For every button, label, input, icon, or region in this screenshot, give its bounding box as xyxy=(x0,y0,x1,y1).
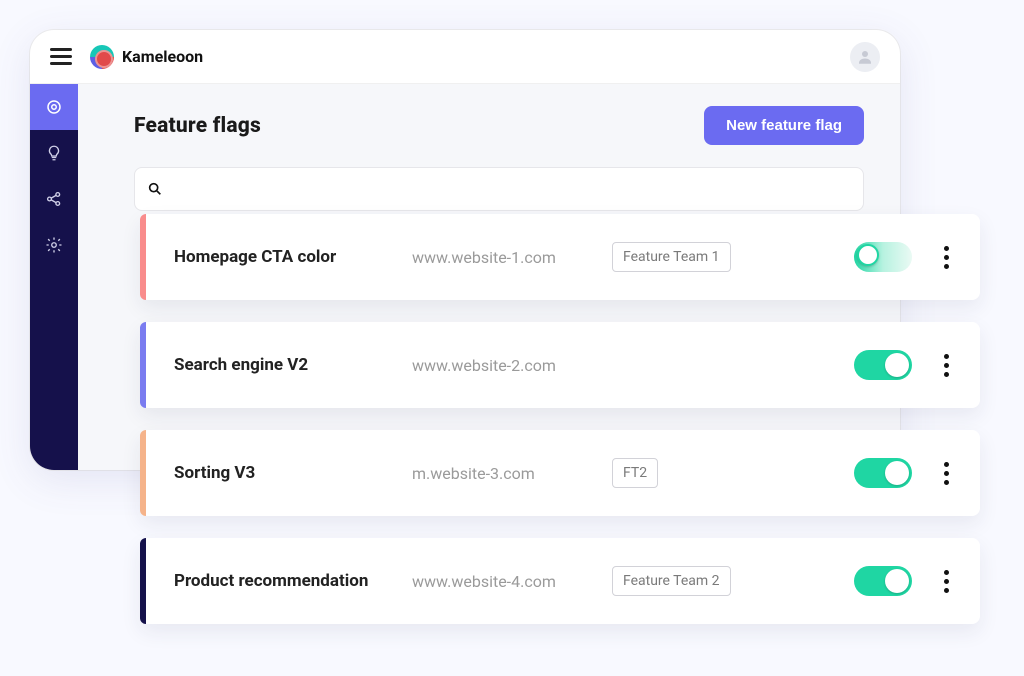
search-input[interactable] xyxy=(171,181,851,198)
lightbulb-icon xyxy=(45,144,63,162)
sidebar-item-ideas[interactable] xyxy=(30,130,78,176)
flag-name: Product recommendation xyxy=(174,571,412,591)
flag-team-badge: Feature Team 2 xyxy=(612,566,731,596)
flag-name: Sorting V3 xyxy=(174,463,412,483)
flag-team-slot: Feature Team 2 xyxy=(612,566,762,596)
flag-domain: www.website-2.com xyxy=(412,356,612,375)
title-row: Feature flags New feature flag xyxy=(134,106,864,145)
flag-domain: m.website-3.com xyxy=(412,464,612,483)
toggle-knob xyxy=(885,461,909,485)
brand-name: Kameleoon xyxy=(122,47,203,66)
flag-team-slot: FT2 xyxy=(612,458,762,488)
user-icon xyxy=(856,48,874,66)
flag-card[interactable]: Search engine V2www.website-2.com xyxy=(140,322,980,408)
flag-toggle[interactable] xyxy=(854,350,912,380)
nodes-icon xyxy=(45,190,63,208)
logo-mark-icon xyxy=(90,45,114,69)
toggle-knob xyxy=(857,244,879,266)
flag-accent xyxy=(140,214,146,300)
kebab-menu-icon[interactable] xyxy=(936,354,956,377)
logo[interactable]: Kameleoon xyxy=(90,45,203,69)
toggle-knob xyxy=(885,569,909,593)
flag-domain: www.website-1.com xyxy=(412,248,612,267)
flag-list: Homepage CTA colorwww.website-1.comFeatu… xyxy=(140,214,980,624)
sidebar-item-target[interactable] xyxy=(30,84,78,130)
sidebar xyxy=(30,84,78,470)
flag-toggle[interactable] xyxy=(854,242,912,272)
topbar: Kameleoon xyxy=(30,30,900,84)
sidebar-item-settings[interactable] xyxy=(30,222,78,268)
new-feature-flag-button[interactable]: New feature flag xyxy=(704,106,864,145)
flag-accent xyxy=(140,322,146,408)
flag-team-badge: Feature Team 1 xyxy=(612,242,731,272)
toggle-knob xyxy=(885,353,909,377)
avatar[interactable] xyxy=(850,42,880,72)
flag-name: Search engine V2 xyxy=(174,355,412,375)
search-icon xyxy=(147,181,163,197)
target-icon xyxy=(45,98,63,116)
kebab-menu-icon[interactable] xyxy=(936,570,956,593)
kebab-menu-icon[interactable] xyxy=(936,462,956,485)
gear-icon xyxy=(45,236,63,254)
flag-card[interactable]: Sorting V3m.website-3.comFT2 xyxy=(140,430,980,516)
search-bar[interactable] xyxy=(134,167,864,211)
flag-card[interactable]: Product recommendationwww.website-4.comF… xyxy=(140,538,980,624)
flag-name: Homepage CTA color xyxy=(174,247,412,267)
flag-card[interactable]: Homepage CTA colorwww.website-1.comFeatu… xyxy=(140,214,980,300)
flag-team-badge: FT2 xyxy=(612,458,658,488)
sidebar-item-nodes[interactable] xyxy=(30,176,78,222)
flag-accent xyxy=(140,538,146,624)
flag-toggle[interactable] xyxy=(854,458,912,488)
menu-icon[interactable] xyxy=(50,48,72,65)
page-title: Feature flags xyxy=(134,114,261,138)
flag-toggle[interactable] xyxy=(854,566,912,596)
flag-accent xyxy=(140,430,146,516)
kebab-menu-icon[interactable] xyxy=(936,246,956,269)
flag-team-slot: Feature Team 1 xyxy=(612,242,762,272)
flag-domain: www.website-4.com xyxy=(412,572,612,591)
